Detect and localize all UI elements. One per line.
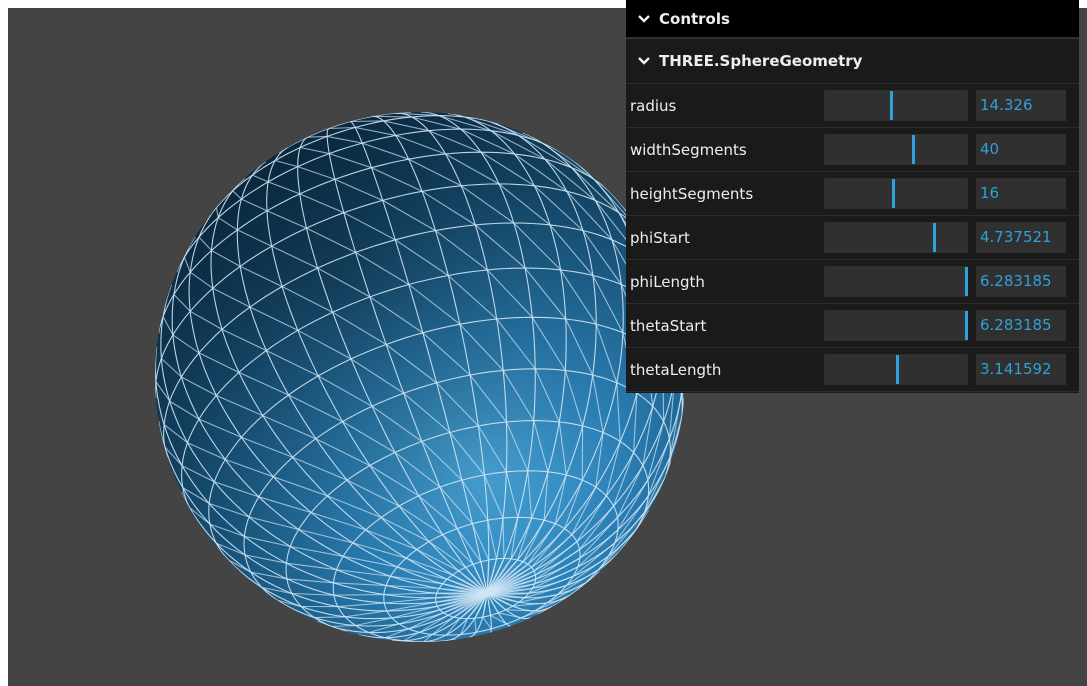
param-label: radius (630, 96, 677, 115)
param-row-phiLength: phiLength 6.283185 (626, 260, 1079, 304)
slider-handle[interactable] (896, 355, 899, 384)
thetaLength-slider[interactable] (824, 354, 968, 385)
sphere-geometry-folder-header[interactable]: THREE.SphereGeometry (626, 38, 1079, 84)
thetaLength-input[interactable]: 3.141592 (976, 354, 1066, 385)
slider-handle[interactable] (965, 267, 968, 296)
wireframe-edge (486, 592, 529, 594)
widthSegments-slider[interactable] (824, 134, 968, 165)
param-label: phiLength (630, 272, 705, 291)
slider-handle[interactable] (965, 311, 968, 340)
param-label: widthSegments (630, 140, 747, 159)
wireframe-edge (372, 115, 412, 118)
wireframe-edge (350, 120, 384, 123)
param-row-phiStart: phiStart 4.737521 (626, 216, 1079, 260)
phiStart-input[interactable]: 4.737521 (976, 222, 1066, 253)
radius-input[interactable]: 14.326 (976, 90, 1066, 121)
thetaStart-slider[interactable] (824, 310, 968, 341)
param-label: thetaLength (630, 360, 722, 379)
param-row-heightSegments: heightSegments 16 (626, 172, 1079, 216)
folder-title: THREE.SphereGeometry (659, 52, 863, 70)
heightSegments-input[interactable]: 16 (976, 178, 1066, 209)
widthSegments-input[interactable]: 40 (976, 134, 1066, 165)
phiStart-slider[interactable] (824, 222, 968, 253)
chevron-down-icon (638, 57, 650, 65)
chevron-down-icon (638, 14, 650, 23)
param-row-widthSegments: widthSegments 40 (626, 128, 1079, 172)
param-row-thetaLength: thetaLength 3.141592 (626, 348, 1079, 392)
param-row-radius: radius 14.326 (626, 84, 1079, 128)
slider-handle[interactable] (892, 179, 895, 208)
dat-gui-panel: Controls THREE.SphereGeometry radius 14.… (626, 0, 1079, 393)
slider-handle[interactable] (933, 223, 936, 252)
phiLength-input[interactable]: 6.283185 (976, 266, 1066, 297)
controls-folder-header[interactable]: Controls (626, 0, 1079, 38)
param-label: phiStart (630, 228, 690, 247)
controls-title: Controls (659, 9, 730, 28)
param-label: thetaStart (630, 316, 707, 335)
slider-handle[interactable] (912, 135, 915, 164)
slider-handle[interactable] (890, 91, 893, 120)
thetaStart-input[interactable]: 6.283185 (976, 310, 1066, 341)
radius-slider[interactable] (824, 90, 968, 121)
heightSegments-slider[interactable] (824, 178, 968, 209)
wireframe-edge (333, 593, 384, 596)
param-label: heightSegments (630, 184, 754, 203)
phiLength-slider[interactable] (824, 266, 968, 297)
param-row-thetaStart: thetaStart 6.283185 (626, 304, 1079, 348)
